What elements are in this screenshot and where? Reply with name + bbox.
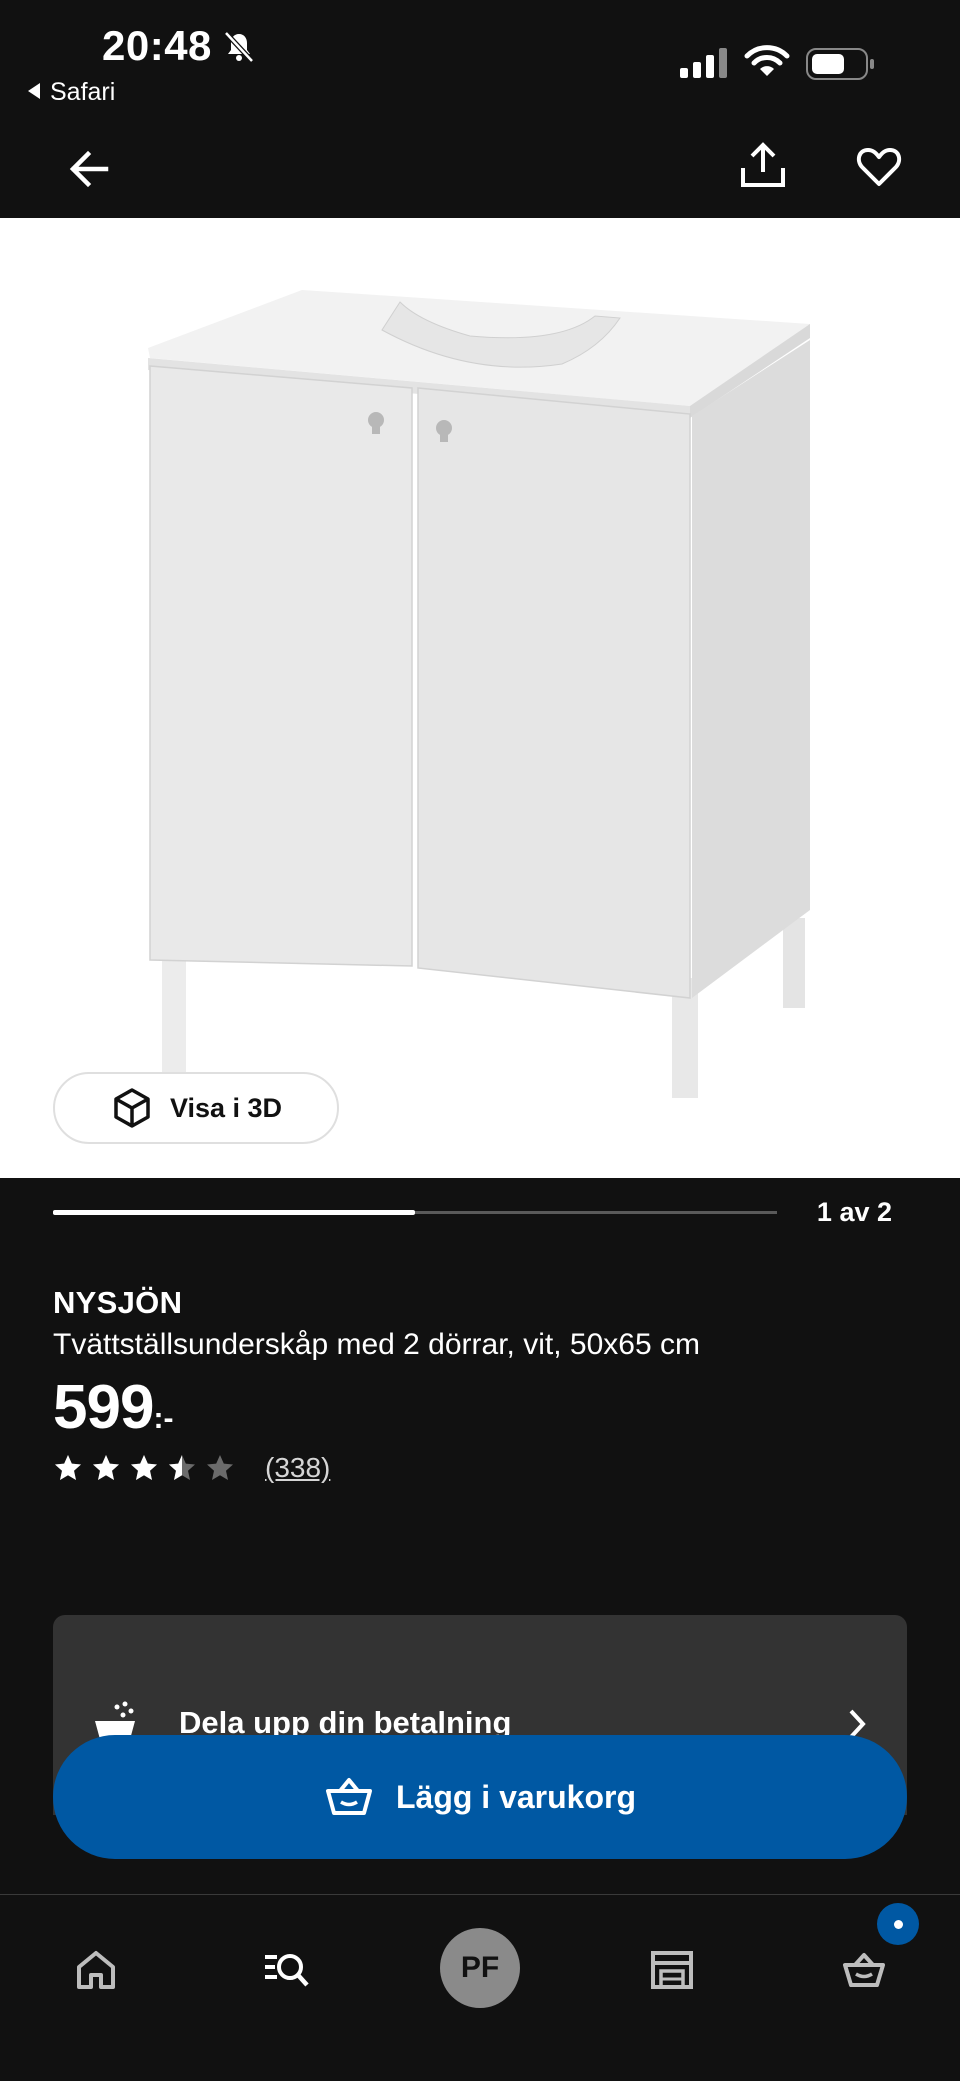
cart-icon [843,1953,885,1987]
add-to-cart-label: Lägg i varukorg [395,1778,637,1815]
cart-badge-dot [893,1919,903,1929]
review-count-link[interactable]: (338) [265,1452,330,1484]
price-value: 599 [53,1373,154,1442]
product-price: 599:- [53,1372,173,1443]
tab-profile[interactable]: PF [440,1913,520,2023]
back-to-safari[interactable]: Safari [28,78,115,107]
avatar: PF [440,1928,520,2008]
back-arrow-icon[interactable] [66,146,112,192]
cube-3d-icon [114,1088,150,1128]
gallery-pager-label: 1 av 2 [816,1197,892,1227]
bottom-tab-bar: PF [0,1894,960,2081]
star-icon [93,1455,119,1480]
add-to-cart-button[interactable]: Lägg i varukorg [53,1735,907,1859]
product-image-gallery[interactable]: Visa i 3D [0,218,960,1178]
search-icon [265,1954,309,1987]
product-rating[interactable]: (338) [53,1452,330,1484]
back-app-label: Safari [50,78,116,106]
product-image [148,290,810,1098]
share-icon[interactable] [738,140,788,190]
star-icon [169,1455,195,1480]
view-in-3d-button[interactable]: Visa i 3D [53,1072,339,1144]
cart-badge [877,1903,919,1945]
signal-icon [680,48,727,78]
product-brand: NYSJÖN [53,1285,183,1320]
store-icon [651,1951,693,1989]
gallery-progress-fill [53,1210,415,1215]
star-icon [207,1455,233,1480]
bell-muted-icon [224,31,254,63]
price-suffix: :- [153,1402,174,1435]
wifi-icon [744,45,790,76]
star-icon [131,1455,157,1480]
basket-icon [325,1778,372,1815]
tab-search[interactable] [250,1915,322,2025]
back-triangle-icon [28,83,40,99]
nav-bar [0,110,960,218]
product-description: Tvättställsunderskåp med 2 dörrar, vit, … [53,1328,700,1361]
home-icon [77,1951,115,1989]
heart-icon[interactable] [856,144,902,190]
star-icon [55,1455,81,1480]
status-bar: 20:48 Safari [0,0,960,110]
tab-home[interactable] [60,1915,132,2025]
gallery-progress-track [53,1210,777,1215]
battery-icon [806,48,874,80]
tab-stores[interactable] [636,1915,708,2025]
rating-stars [53,1453,243,1483]
status-time: 20:48 [102,22,212,69]
view-in-3d-label: Visa i 3D [169,1092,283,1123]
